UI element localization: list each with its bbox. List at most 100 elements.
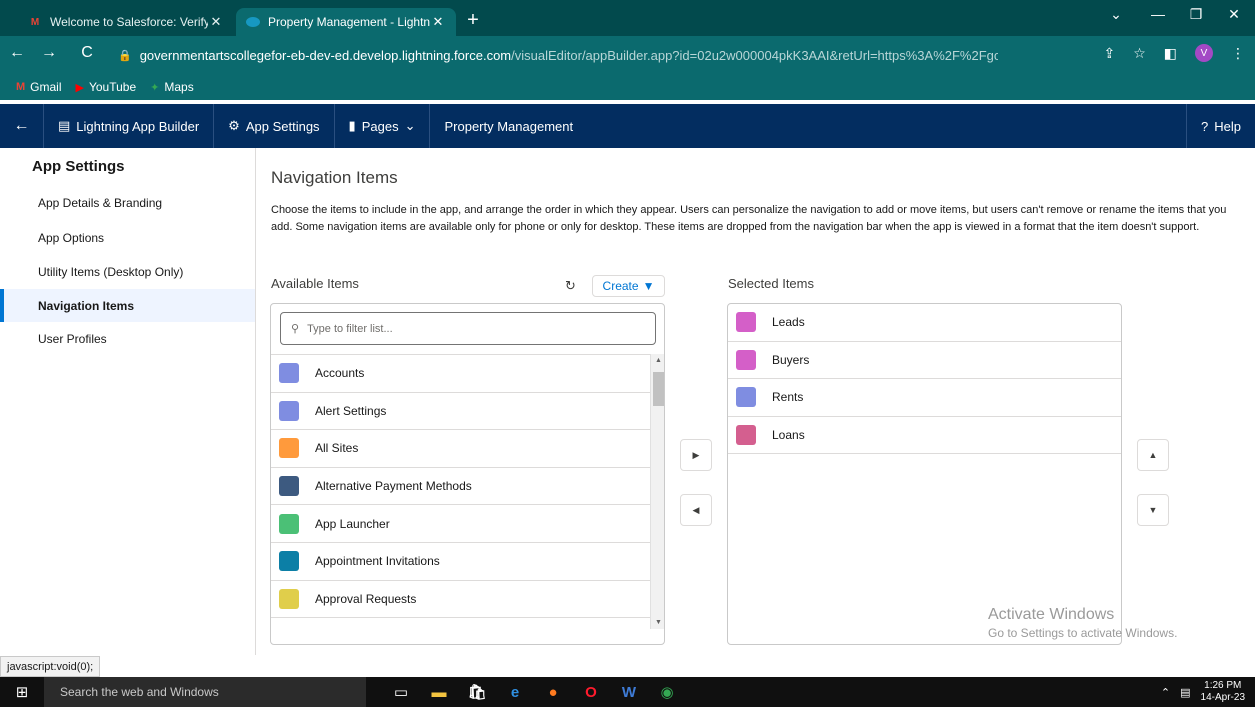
- selected-item-label: Buyers: [772, 352, 810, 367]
- sidebar-item-app-details[interactable]: App Details & Branding: [0, 186, 255, 219]
- list-item-label: App Launcher: [315, 516, 390, 531]
- move-down-button[interactable]: ▼: [1137, 494, 1169, 526]
- close-tab-icon[interactable]: ✕: [430, 14, 446, 30]
- new-tab-button[interactable]: +: [462, 10, 484, 32]
- close-tab-icon[interactable]: ✕: [208, 14, 224, 30]
- share-icon[interactable]: ⇪: [1103, 45, 1115, 62]
- scroll-up-icon[interactable]: ▲: [651, 357, 664, 364]
- scroll-down-icon[interactable]: ▼: [651, 619, 664, 626]
- notification-icon[interactable]: ▤: [1180, 686, 1190, 699]
- windows-start-icon[interactable]: ⊞: [0, 677, 44, 707]
- minimize-icon[interactable]: —: [1142, 6, 1174, 22]
- move-right-button[interactable]: ▶: [680, 439, 712, 471]
- close-window-icon[interactable]: ✕: [1218, 6, 1250, 23]
- url-host: governmentartscollegefor-eb-dev-ed.devel…: [139, 47, 512, 63]
- watermark-subtitle: Go to Settings to activate Windows.: [988, 626, 1178, 640]
- word-icon[interactable]: W: [610, 677, 648, 707]
- selected-item[interactable]: Leads: [728, 304, 1121, 342]
- selected-item-label: Rents: [772, 390, 804, 405]
- list-item-label: Alert Settings: [315, 403, 387, 418]
- bookmark-label: Gmail: [30, 80, 62, 94]
- list-item-label: Appointment Invitations: [315, 554, 440, 569]
- bookmark-gmail[interactable]: M Gmail: [16, 80, 62, 94]
- browser-status-bar: javascript:void(0);: [0, 656, 101, 677]
- browser-tab-strip: M Welcome to Salesforce: Verify yo ✕ Pro…: [0, 0, 1255, 36]
- clock[interactable]: 1:26 PM 14-Apr-23: [1201, 680, 1245, 704]
- list-item-label: All Sites: [315, 441, 359, 456]
- available-items-scroll[interactable]: Accounts Alert Settings All Sites Alternati…: [271, 354, 650, 621]
- edge-icon[interactable]: e: [496, 677, 534, 707]
- file-explorer-icon[interactable]: ▬: [420, 677, 458, 707]
- sidebar-item-navigation-items[interactable]: Navigation Items: [0, 289, 255, 322]
- move-up-button[interactable]: ▲: [1137, 439, 1169, 471]
- create-button[interactable]: Create ▼: [592, 275, 665, 297]
- list-item-label: Accounts: [315, 366, 365, 381]
- app-name: Property Management: [444, 118, 574, 134]
- store-icon[interactable]: 🛍: [458, 677, 496, 707]
- bookmark-youtube[interactable]: ▶ YouTube: [76, 80, 137, 94]
- reload-icon[interactable]: C: [76, 44, 98, 62]
- tab-search-chevron-icon[interactable]: ⌄: [1100, 6, 1132, 23]
- app-builder-header: ← ▤ Lightning App Builder ⚙ App Settings ▮…: [0, 104, 1255, 148]
- firefox-icon[interactable]: ●: [534, 677, 572, 707]
- all-sites-icon: [279, 438, 299, 459]
- bookmark-star-icon[interactable]: ☆: [1133, 45, 1146, 62]
- url-path: /visualEditor/appBuilder.app?id=02u2w000…: [511, 47, 998, 63]
- restore-icon[interactable]: ❐: [1180, 6, 1212, 23]
- selected-item[interactable]: Loans: [728, 417, 1121, 455]
- address-bar-actions: ⇪ ☆ ◧ V ⋮: [1103, 44, 1245, 62]
- scroll-thumb[interactable]: [653, 372, 664, 406]
- system-tray: ⌃ ▤ 1:26 PM 14-Apr-23: [1161, 677, 1245, 707]
- bookmark-maps[interactable]: ✦ Maps: [150, 80, 194, 94]
- chrome-icon[interactable]: ◉: [648, 677, 686, 707]
- page-title: Navigation Items: [271, 168, 398, 187]
- list-item[interactable]: App Launcher: [271, 505, 650, 543]
- side-panel-icon[interactable]: ◧: [1164, 45, 1177, 62]
- back-arrow-icon[interactable]: ←: [6, 44, 28, 62]
- list-item[interactable]: Approval Requests: [271, 581, 650, 619]
- selected-item[interactable]: Buyers: [728, 342, 1121, 380]
- browser-tab-salesforce-verify[interactable]: M Welcome to Salesforce: Verify yo ✕: [18, 8, 234, 36]
- pages-dropdown[interactable]: ▮ Pages ⌄: [335, 104, 431, 148]
- taskbar-search[interactable]: Search the web and Windows: [44, 677, 366, 707]
- sidebar-title: App Settings: [32, 158, 125, 175]
- url-field[interactable]: 🔒 governmentartscollegefor-eb-dev-ed.dev…: [118, 44, 998, 66]
- list-item[interactable]: Accounts: [271, 355, 650, 393]
- selected-item[interactable]: Rents: [728, 379, 1121, 417]
- loans-icon: [736, 425, 756, 446]
- forward-arrow-icon[interactable]: →: [38, 44, 60, 62]
- payment-methods-icon: [279, 476, 299, 497]
- list-item[interactable]: Alert Settings: [271, 393, 650, 431]
- move-left-button[interactable]: ◀: [680, 494, 712, 526]
- list-item[interactable]: Alternative Payment Methods: [271, 468, 650, 506]
- refresh-icon[interactable]: ↻: [565, 278, 576, 294]
- filter-placeholder: Type to filter list...: [307, 322, 393, 335]
- bookmarks-bar: M Gmail ▶ YouTube ✦ Maps: [0, 74, 1255, 100]
- app-launcher-icon: [279, 513, 299, 534]
- app-settings-label: App Settings: [245, 118, 320, 134]
- back-button[interactable]: ←: [0, 104, 44, 148]
- filter-input[interactable]: ⚲ Type to filter list...: [280, 312, 656, 345]
- browser-tab-property-management[interactable]: Property Management - Lightnin ✕: [236, 8, 456, 36]
- sidebar-item-user-profiles[interactable]: User Profiles: [0, 322, 255, 355]
- list-item[interactable]: Appointment Invitations: [271, 543, 650, 581]
- sidebar-item-utility-items[interactable]: Utility Items (Desktop Only): [0, 255, 255, 288]
- menu-kebab-icon[interactable]: ⋮: [1231, 45, 1245, 62]
- app-builder-label: Lightning App Builder: [76, 118, 200, 134]
- sidebar-item-app-options[interactable]: App Options: [0, 221, 255, 254]
- profile-avatar[interactable]: V: [1195, 44, 1213, 62]
- bookmark-label: Maps: [164, 80, 194, 94]
- tab-title: Property Management - Lightnin: [268, 15, 430, 29]
- lightning-app-builder-button[interactable]: ▤ Lightning App Builder: [44, 104, 215, 148]
- available-items-label: Available Items: [271, 276, 359, 291]
- task-view-icon[interactable]: ▭: [382, 677, 420, 707]
- chevron-up-icon[interactable]: ⌃: [1161, 686, 1170, 699]
- watermark-title: Activate Windows: [988, 606, 1115, 623]
- windows-taskbar: ⊞ Search the web and Windows ▭ ▬ 🛍 e ● O…: [0, 677, 1255, 707]
- opera-icon[interactable]: O: [572, 677, 610, 707]
- clock-date: 14-Apr-23: [1200, 692, 1245, 703]
- help-button[interactable]: ? Help: [1187, 104, 1255, 148]
- app-settings-button[interactable]: ⚙ App Settings: [214, 104, 335, 148]
- scrollbar[interactable]: ▲ ▼: [650, 354, 664, 629]
- list-item[interactable]: All Sites: [271, 430, 650, 468]
